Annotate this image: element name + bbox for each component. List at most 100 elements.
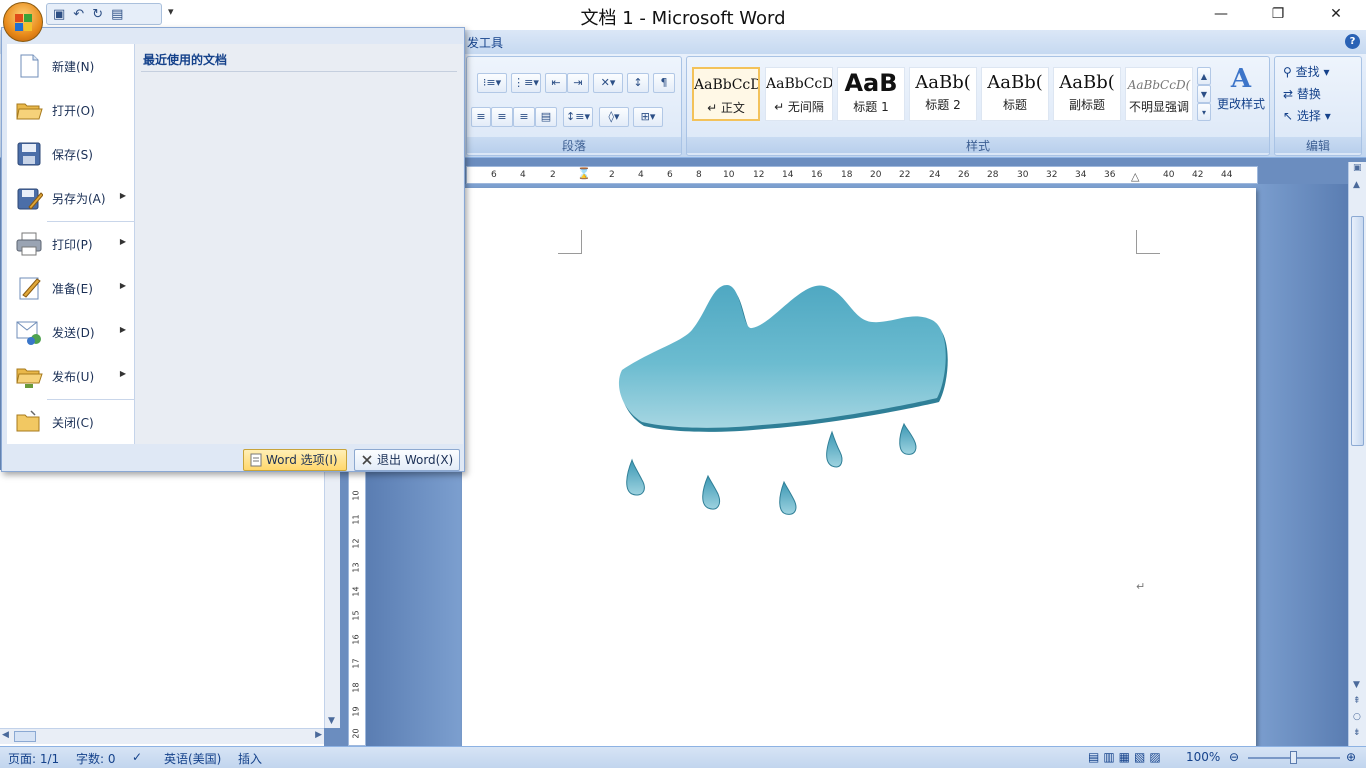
style-title[interactable]: AaBb( 标题 (981, 67, 1049, 121)
style-heading-2[interactable]: AaBb( 标题 2 (909, 67, 977, 121)
menu-item-send[interactable]: 发送(D) ▶ (7, 312, 135, 352)
scroll-up-icon[interactable]: ▲ (1353, 180, 1360, 190)
style-normal[interactable]: AaBbCcD ↵ 正文 (692, 67, 760, 121)
menu-item-label: 发送(D) (52, 326, 95, 340)
sort-button[interactable]: ↕ (627, 73, 649, 93)
close-button[interactable]: ✕ (1313, 0, 1359, 28)
previous-page-icon[interactable]: ⇞ (1353, 696, 1361, 706)
menu-item-label: 另存为(A) (52, 192, 106, 206)
options-icon (250, 453, 262, 467)
document-page[interactable]: ↵ (462, 188, 1256, 748)
customize-qat-button[interactable]: ▾ (168, 5, 174, 18)
menu-item-print[interactable]: 打印(P) ▶ (7, 224, 135, 264)
word-options-button[interactable]: Word 选项(I) (243, 449, 347, 471)
ruler-tick: 36 (1104, 170, 1116, 180)
office-button[interactable] (3, 2, 43, 42)
replace-button[interactable]: ⇄ 替换 (1283, 85, 1321, 102)
menu-item-prepare[interactable]: 准备(E) ▶ (7, 268, 135, 308)
word-count[interactable]: 字数: 0 (76, 750, 116, 767)
redo-icon[interactable]: ↻ (92, 7, 103, 22)
view-buttons[interactable]: ▤▥▦▧▨ (1088, 750, 1165, 764)
menu-item-publish[interactable]: 发布(U) ▶ (7, 356, 135, 396)
styles-more-button[interactable]: ▾ (1197, 103, 1211, 121)
styles-scroll-up-button[interactable]: ▲ (1197, 67, 1211, 85)
scroll-down-icon[interactable]: ▼ (1353, 680, 1360, 690)
zoom-slider-thumb[interactable] (1290, 751, 1297, 764)
indent-marker-left[interactable]: ⌛ (577, 167, 591, 180)
scroll-down-icon[interactable]: ▼ (328, 716, 335, 726)
menu-item-save[interactable]: 保存(S) (7, 134, 135, 174)
menu-item-close[interactable]: 关闭(C) (7, 402, 135, 442)
ruler-tick: 16 (351, 634, 361, 645)
open-folder-icon (16, 103, 43, 120)
ruler-tick: 12 (351, 538, 361, 549)
find-button[interactable]: ⚲ 查找 ▾ (1283, 63, 1329, 80)
cloud-icon (618, 285, 948, 432)
justify-button[interactable]: ≡ (513, 107, 535, 127)
vertical-scrollbar[interactable]: ▣ ▲ ▼ ⇞ ○ ⇟ (1348, 162, 1366, 746)
menu-item-label: 关闭(C) (52, 416, 94, 430)
menu-item-new[interactable]: 新建(N) (7, 46, 135, 86)
status-bar: 页面: 1/1 字数: 0 ✓ 英语(美国) 插入 ▤▥▦▧▨ 100% ⊖ ⊕ (0, 746, 1366, 768)
editing-group-label: 编辑 (1275, 137, 1361, 153)
indent-marker-right[interactable]: △ (1131, 170, 1139, 183)
change-styles-button[interactable]: A 更改样式 (1213, 63, 1269, 129)
style-subtitle[interactable]: AaBb( 副标题 (1053, 67, 1121, 121)
save-icon[interactable]: ▣ (53, 7, 65, 22)
multilevel-list-button[interactable]: ⋮≡▾ (511, 73, 541, 93)
tab-developer[interactable]: 发工具 (467, 34, 503, 51)
change-styles-icon: A (1230, 64, 1252, 94)
print-layout-icon[interactable]: ▤ (111, 7, 123, 22)
style-subtle-emphasis[interactable]: AaBbCcD( 不明显强调 (1125, 67, 1193, 121)
distributed-button[interactable]: ▤ (535, 107, 557, 127)
navigation-pane-scrollbar[interactable]: ▼ (324, 470, 340, 728)
vertical-ruler[interactable]: 10 11 12 13 14 15 16 17 18 19 20 (348, 470, 366, 746)
rain-cloud-shape[interactable] (612, 280, 962, 540)
menu-item-label: 打印(P) (52, 238, 93, 252)
scroll-right-icon[interactable]: ▶ (315, 730, 322, 740)
zoom-level[interactable]: 100% (1186, 750, 1220, 764)
office-menu-commands: 新建(N) 打开(O) 保存(S) 另存为(A) ▶ 打印(P) ▶ 准备(E)… (7, 44, 135, 444)
maximize-button[interactable]: ❐ (1255, 0, 1301, 28)
vscroll-thumb[interactable] (1351, 216, 1364, 446)
undo-icon[interactable]: ↶ (73, 7, 84, 22)
decrease-indent-button[interactable]: ⇤ (545, 73, 567, 93)
paragraph-group: ⁝≡▾ ⋮≡▾ ⇤ ⇥ ✕▾ ↕ ¶ ≡ ≡ ≡ ▤ ↕≡▾ ◊▾ ⊞▾ 段落 (466, 56, 682, 156)
navigation-pane-hscrollbar[interactable]: ◀ ▶ (0, 728, 324, 744)
zoom-out-icon[interactable]: ⊖ (1229, 750, 1239, 764)
style-no-spacing[interactable]: AaBbCcD ↵ 无间隔 (765, 67, 833, 121)
page-count[interactable]: 页面: 1/1 (8, 750, 59, 767)
help-icon[interactable]: ? (1345, 34, 1360, 49)
hscroll-thumb[interactable] (14, 731, 36, 742)
ruler-tick: 14 (351, 586, 361, 597)
zoom-in-icon[interactable]: ⊕ (1346, 750, 1356, 764)
borders-button[interactable]: ⊞▾ (633, 107, 663, 127)
ruler-tick: 18 (351, 682, 361, 693)
exit-word-button[interactable]: 退出 Word(X) (354, 449, 460, 471)
language-indicator[interactable]: 英语(美国) (164, 750, 221, 767)
select-browse-object-icon[interactable]: ○ (1353, 712, 1361, 722)
styles-scroll-down-button[interactable]: ▼ (1197, 85, 1211, 103)
increase-indent-button[interactable]: ⇥ (567, 73, 589, 93)
style-heading-1[interactable]: AaB 标题 1 (837, 67, 905, 121)
ruler-toggle-icon[interactable]: ▣ (1353, 163, 1362, 173)
numbering-button[interactable]: ⁝≡▾ (477, 73, 507, 93)
line-spacing-button[interactable]: ↕≡▾ (563, 107, 593, 127)
menu-item-save-as[interactable]: 另存为(A) ▶ (7, 178, 135, 218)
proofing-icon[interactable]: ✓ (132, 750, 142, 764)
select-button[interactable]: ↖ 选择 ▾ (1283, 107, 1331, 124)
ruler-tick: 8 (696, 170, 702, 180)
menu-item-open[interactable]: 打开(O) (7, 90, 135, 130)
recent-divider (141, 71, 457, 72)
shading-button[interactable]: ◊▾ (599, 107, 629, 127)
chinese-layout-button[interactable]: ✕▾ (593, 73, 623, 93)
insert-mode-indicator[interactable]: 插入 (238, 750, 262, 767)
show-marks-button[interactable]: ¶ (653, 73, 675, 93)
ruler-tick: 19 (351, 706, 361, 717)
next-page-icon[interactable]: ⇟ (1353, 728, 1361, 738)
scroll-left-icon[interactable]: ◀ (2, 730, 9, 740)
minimize-button[interactable]: — (1198, 0, 1244, 28)
horizontal-ruler[interactable]: 6 4 2 2 4 6 8 10 12 14 16 18 20 22 24 26… (466, 166, 1258, 184)
right-align-button[interactable]: ≡ (491, 107, 513, 127)
center-align-button[interactable]: ≡ (471, 107, 491, 127)
